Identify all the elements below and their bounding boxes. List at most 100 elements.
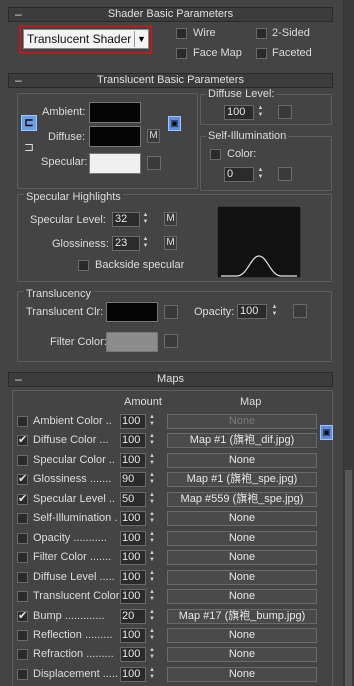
diffuse-level-map-button[interactable] [278,105,292,119]
spinner-arrows-icon[interactable]: ▲ ▼ [256,167,265,182]
lock-diffuse-specular-icon[interactable]: ⊐ [22,140,36,154]
map-enable-checkbox[interactable] [17,455,28,466]
map-slot-button[interactable]: None [167,589,317,604]
map-slot-button[interactable]: None [167,647,317,662]
map-slot-button[interactable]: None [167,531,317,546]
opacity-map-button[interactable] [293,304,307,318]
map-amount-input[interactable]: 100 [120,531,146,546]
self-illum-map-button[interactable] [278,167,292,181]
map-amount-input[interactable]: 20 [120,609,146,624]
map-amount-input[interactable]: 100 [120,414,146,429]
spinner-arrows-icon[interactable]: ▲ ▼ [148,492,156,507]
map-amount-input[interactable]: 100 [120,667,146,682]
spinner-arrows-icon[interactable]: ▲ ▼ [148,414,156,429]
map-enable-checkbox[interactable] [17,630,28,641]
map-enable-checkbox[interactable] [17,433,28,446]
shader-basic-rollout-header[interactable]: – Shader Basic Parameters [8,7,333,22]
map-amount-input[interactable]: 50 [120,492,146,507]
spinner-arrows-icon[interactable]: ▲ ▼ [148,453,156,468]
map-enable-checkbox[interactable] [17,416,28,427]
lock-icon[interactable]: ▣ [320,425,333,440]
specular-color-swatch[interactable] [89,153,141,174]
two-sided-checkbox[interactable] [256,28,267,39]
spinner-arrows-icon[interactable]: ▲ ▼ [141,212,150,227]
translucent-basic-rollout-header[interactable]: – Translucent Basic Parameters [8,73,333,88]
spinner-arrows-icon[interactable]: ▲ ▼ [148,433,156,448]
map-amount-input[interactable]: 100 [120,628,146,643]
opacity-input[interactable]: 100 [237,304,267,319]
faceted-checkbox[interactable] [256,48,267,59]
map-amount-input[interactable]: 100 [120,570,146,585]
map-enable-checkbox[interactable] [17,609,28,622]
lock-icon[interactable]: ▣ [168,116,181,131]
specular-level-input[interactable]: 32 [112,212,140,227]
self-illum-input[interactable]: 0 [224,167,254,182]
spinner-arrows-icon[interactable]: ▲ ▼ [148,511,156,526]
spinner-arrows-icon[interactable]: ▲ ▼ [141,236,150,251]
spinner-arrows-icon[interactable]: ▲ ▼ [148,609,156,624]
map-slot-button[interactable]: None [167,414,317,429]
glossiness-label: Glossiness: [52,238,109,250]
chevron-down-icon[interactable]: ▼ [134,31,148,47]
map-enable-checkbox[interactable] [17,591,28,602]
map-amount-input[interactable]: 100 [120,589,146,604]
map-enable-checkbox[interactable] [17,513,28,524]
backside-specular-checkbox[interactable] [78,260,89,271]
scrollbar-thumb[interactable] [345,470,352,686]
diffuse-map-button[interactable]: M [147,129,160,143]
map-slot-button[interactable]: Map #17 (旗袍_bump.jpg) [167,609,317,624]
filter-color-map-button[interactable] [164,334,178,348]
map-amount-input[interactable]: 100 [120,550,146,565]
map-slot-button[interactable]: None [167,570,317,585]
wire-checkbox[interactable] [176,28,187,39]
maps-rollout-header[interactable]: – Maps [8,372,333,387]
filter-color-swatch[interactable] [106,332,158,352]
map-amount-input[interactable]: 100 [120,453,146,468]
map-amount-input[interactable]: 100 [120,511,146,526]
map-amount-value: 100 [122,415,141,427]
map-amount-input[interactable]: 100 [120,433,146,448]
spinner-arrows-icon[interactable]: ▲ ▼ [148,667,156,682]
self-illum-color-checkbox[interactable] [210,149,221,160]
spinner-arrows-icon[interactable]: ▲ ▼ [148,589,156,604]
map-slot-button[interactable]: Map #559 (旗袍_spe.jpg) [167,492,317,507]
map-slot-button[interactable]: Map #1 (旗袍_dif.jpg) [167,433,317,448]
diffuse-label: Diffuse: [48,131,86,143]
map-enable-checkbox[interactable] [17,472,28,485]
map-slot-button[interactable]: None [167,511,317,526]
map-enable-checkbox[interactable] [17,669,28,680]
map-enable-checkbox[interactable] [17,552,28,563]
map-slot-button[interactable]: Map #1 (旗袍_spe.jpg) [167,472,317,487]
spinner-arrows-icon[interactable]: ▲ ▼ [148,647,156,662]
spinner-arrows-icon[interactable]: ▲ ▼ [270,304,279,319]
diffuse-color-swatch[interactable] [89,126,141,147]
map-enable-checkbox[interactable] [17,492,28,505]
map-enable-checkbox[interactable] [17,649,28,660]
map-amount-input[interactable]: 100 [120,647,146,662]
map-enable-checkbox[interactable] [17,572,28,583]
map-slot-button[interactable]: None [167,550,317,565]
specular-map-button[interactable] [147,156,161,170]
translucent-color-swatch[interactable] [106,302,158,322]
lock-ambient-diffuse-icon[interactable]: ⊏ [21,115,37,131]
ambient-color-swatch[interactable] [89,102,141,123]
map-enable-checkbox[interactable] [17,533,28,544]
spinner-arrows-icon[interactable]: ▲ ▼ [148,550,156,565]
specular-level-map-button[interactable]: M [164,212,177,226]
face-map-checkbox[interactable] [176,48,187,59]
shader-type-dropdown[interactable]: Translucent Shader ▼ [23,29,149,49]
spinner-arrows-icon[interactable]: ▲ ▼ [148,570,156,585]
spinner-arrows-icon[interactable]: ▲ ▼ [148,628,156,643]
spinner-arrows-icon[interactable]: ▲ ▼ [148,531,156,546]
translucent-color-map-button[interactable] [164,305,178,319]
glossiness-map-button[interactable]: M [164,236,177,250]
map-amount-input[interactable]: 90 [120,472,146,487]
glossiness-input[interactable]: 23 [112,236,140,251]
m-label: M [166,213,175,224]
diffuse-level-input[interactable]: 100 [224,105,254,120]
map-slot-button[interactable]: None [167,667,317,682]
spinner-arrows-icon[interactable]: ▲ ▼ [148,472,156,487]
spinner-arrows-icon[interactable]: ▲ ▼ [256,105,265,120]
map-slot-button[interactable]: None [167,453,317,468]
map-slot-button[interactable]: None [167,628,317,643]
